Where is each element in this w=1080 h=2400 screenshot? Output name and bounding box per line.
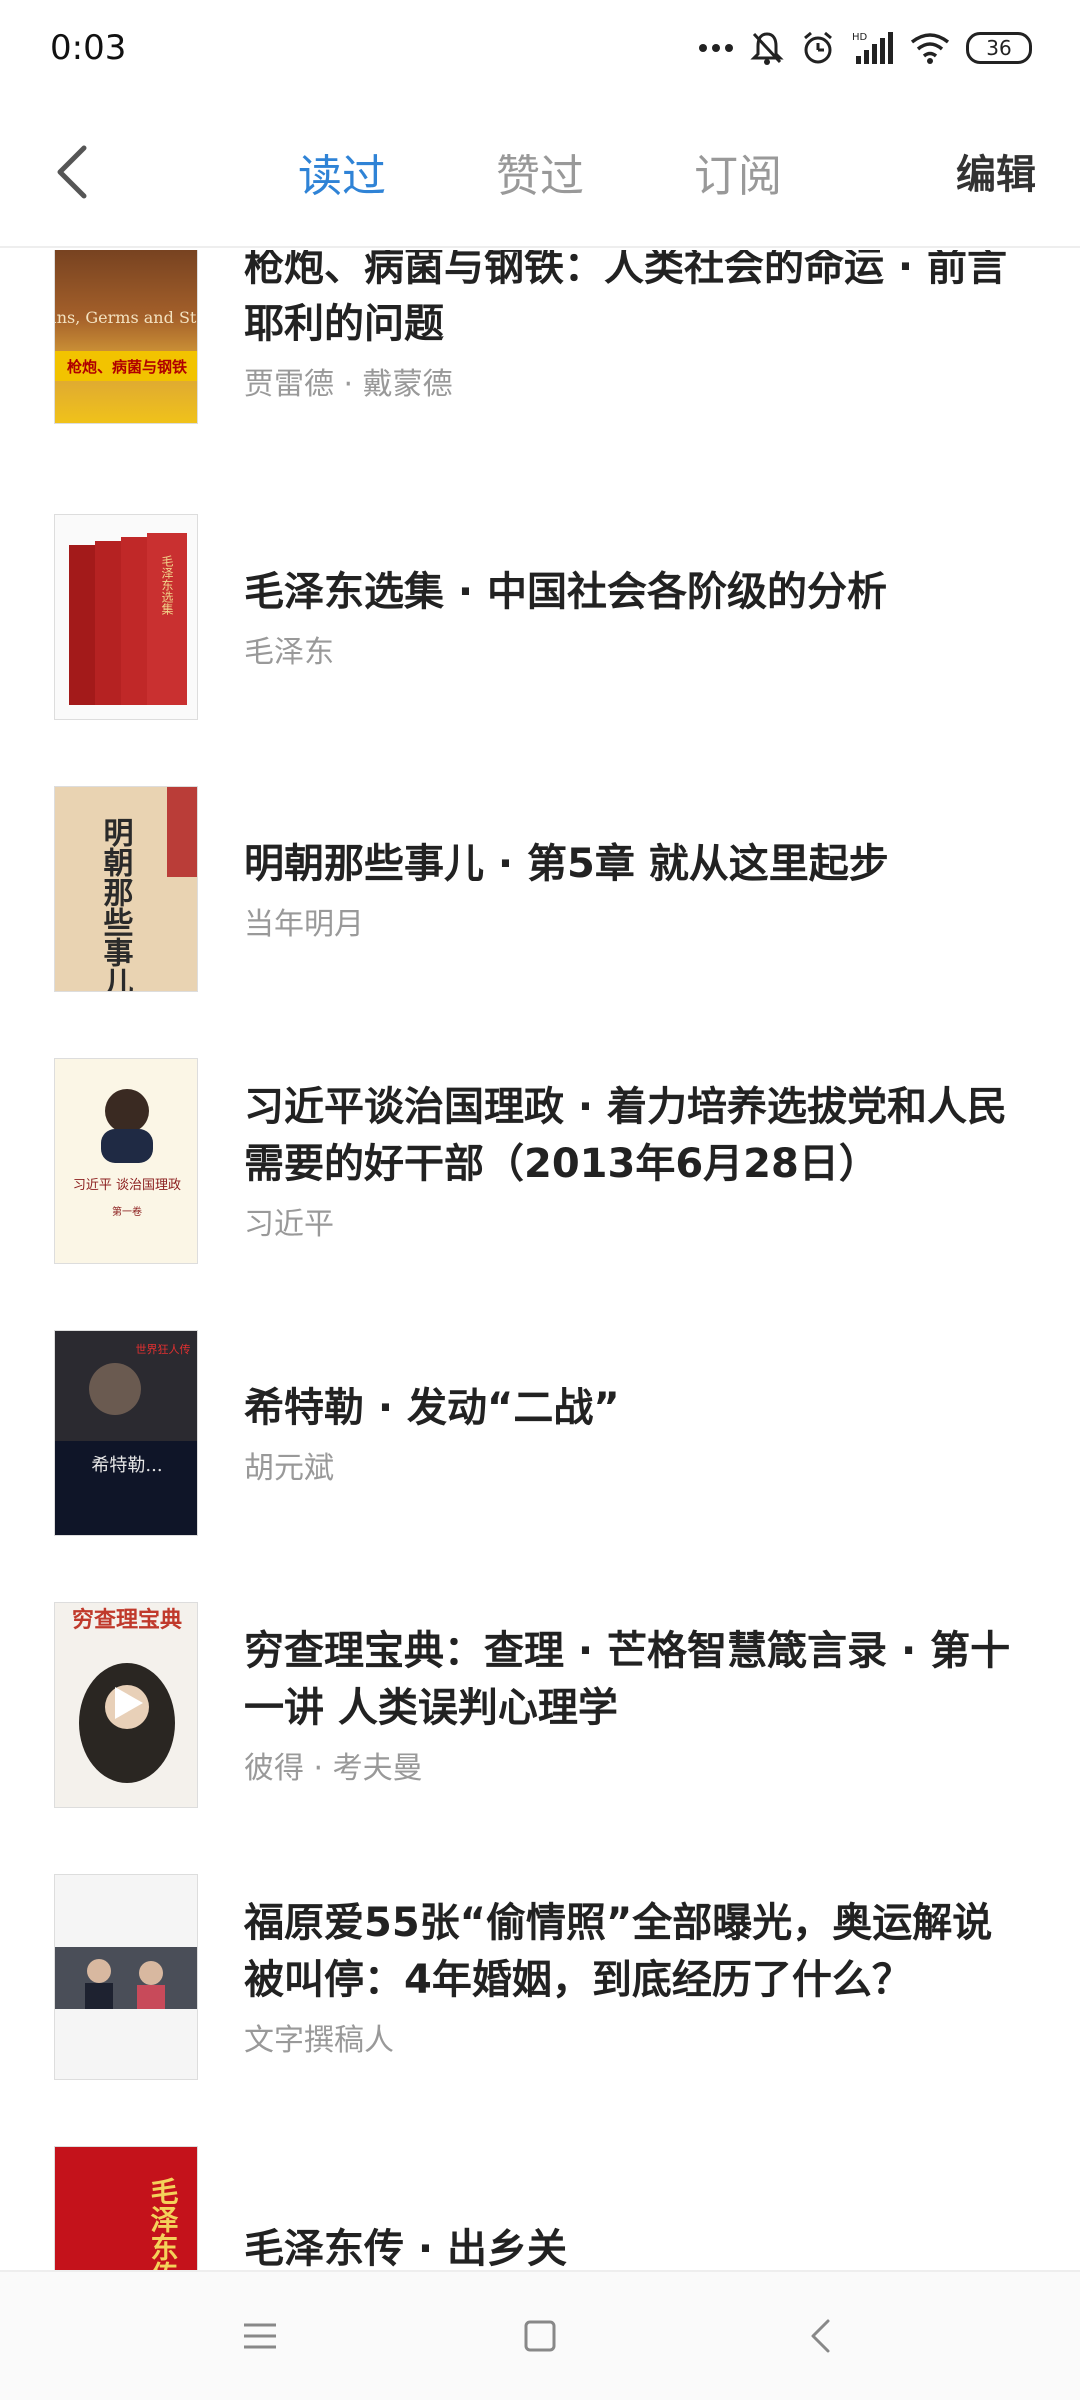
cover-title: 穷查理宝典	[72, 1607, 182, 1633]
item-title: 明朝那些事儿 · 第5章 就从这里起步	[244, 840, 889, 887]
list-item[interactable]: Guns, Germs and Steel 枪炮、病菌与钢铁 枪炮、病菌与钢铁：…	[0, 250, 1080, 502]
list-item[interactable]: 世界狂人传 希特勒... 希特勒 · 发动“二战” 胡元斌	[0, 1330, 1080, 1602]
more-dots-icon	[698, 42, 734, 54]
cover-title: 希特勒...	[91, 1455, 162, 1476]
list-item[interactable]: 明朝那些事儿 明朝那些事儿 · 第5章 就从这里起步 当年明月	[0, 786, 1080, 1058]
item-title: 希特勒 · 发动“二战”	[244, 1384, 620, 1431]
menu-icon[interactable]	[230, 2306, 290, 2366]
book-cover: 穷查理宝典	[54, 1602, 198, 1808]
item-author: 文字撰稿人	[244, 2023, 394, 2058]
cover-title: 毛泽东传	[147, 2177, 180, 2270]
item-text: 希特勒 · 发动“二战” 胡元斌	[244, 1330, 1024, 1536]
item-title: 枪炮、病菌与钢铁：人类社会的命运 · 前言 耶利的问题	[244, 250, 1008, 347]
book-cover: 世界狂人传 希特勒...	[54, 1330, 198, 1536]
book-cover: 明朝那些事儿	[54, 786, 198, 992]
battery-level: 36	[986, 36, 1012, 60]
item-title: 毛泽东选集 · 中国社会各阶级的分析	[244, 568, 888, 615]
book-cover: 毛泽东选集	[54, 514, 198, 720]
list-item[interactable]: 毛泽东选集 毛泽东选集 · 中国社会各阶级的分析 毛泽东	[0, 514, 1080, 786]
list-item[interactable]: 福原爱55张“偷情照”全部曝光，奥运解说被叫停：4年婚姻，到底经历了什么？ 文字…	[0, 1874, 1080, 2146]
item-text: 穷查理宝典：查理 · 芒格智慧箴言录 · 第十一讲 人类误判心理学 彼得 · 考…	[244, 1602, 1024, 1808]
tab-subscribed[interactable]: 订阅	[694, 140, 782, 204]
status-bar: 0:03 HD 36	[0, 0, 1080, 96]
hd-signal-icon: HD	[852, 30, 894, 66]
status-icons: HD 36	[698, 30, 1032, 66]
wifi-icon	[910, 32, 950, 64]
item-author: 彼得 · 考夫曼	[244, 1751, 423, 1786]
book-cover: Guns, Germs and Steel 枪炮、病菌与钢铁	[54, 250, 198, 424]
alarm-icon	[800, 30, 836, 66]
cover-subtitle: 第一卷	[112, 1205, 142, 1218]
system-nav-bar	[0, 2270, 1080, 2400]
battery-icon: 36	[966, 32, 1032, 64]
item-author: 习近平	[244, 1207, 334, 1242]
bell-off-icon	[750, 30, 784, 66]
book-cover	[54, 1874, 198, 2080]
item-title: 毛泽东传 · 出乡关	[244, 2225, 568, 2271]
item-title: 穷查理宝典：查理 · 芒格智慧箴言录 · 第十一讲 人类误判心理学	[244, 1628, 1011, 1731]
cover-subtitle: 枪炮、病菌与钢铁	[67, 358, 187, 376]
status-time: 0:03	[50, 28, 127, 68]
cover-title: 习近平 谈治国理政	[73, 1178, 181, 1193]
cover-title: Guns, Germs and Steel	[55, 308, 198, 327]
item-author: 毛泽东	[244, 634, 334, 670]
history-list: Guns, Germs and Steel 枪炮、病菌与钢铁 枪炮、病菌与钢铁：…	[0, 250, 1080, 2270]
edit-button[interactable]: 编辑	[956, 142, 1036, 200]
play-icon[interactable]	[97, 1673, 157, 1733]
back-chevron-icon[interactable]	[790, 2306, 850, 2366]
book-cover: 习近平 谈治国理政 第一卷	[54, 1058, 198, 1264]
list-item[interactable]: 习近平 谈治国理政 第一卷 习近平谈治国理政 · 着力培养选拔党和人民需要的好干…	[0, 1058, 1080, 1330]
item-text: 明朝那些事儿 · 第5章 就从这里起步 当年明月	[244, 786, 1024, 992]
book-cover: 毛泽东传	[54, 2146, 198, 2270]
cover-title: 明朝那些事儿	[98, 817, 134, 992]
tab-read[interactable]: 读过	[298, 140, 386, 204]
item-text: 毛泽东传 · 出乡关	[244, 2146, 1024, 2271]
top-nav: 读过 赞过 订阅 编辑	[0, 96, 1080, 248]
tab-bar: 读过 赞过 订阅	[0, 96, 1080, 248]
item-author: 贾雷德 · 戴蒙德	[244, 367, 453, 402]
item-title: 福原爱55张“偷情照”全部曝光，奥运解说被叫停：4年婚姻，到底经历了什么？	[244, 1900, 993, 2003]
item-title: 习近平谈治国理政 · 着力培养选拔党和人民需要的好干部（2013年6月28日）	[244, 1084, 1008, 1187]
item-text: 毛泽东选集 · 中国社会各阶级的分析 毛泽东	[244, 514, 1024, 720]
item-text: 枪炮、病菌与钢铁：人类社会的命运 · 前言 耶利的问题 贾雷德 · 戴蒙德	[244, 250, 1024, 402]
cover-title: 毛泽东选集	[160, 555, 174, 615]
cover-subtitle: 世界狂人传	[136, 1343, 191, 1356]
item-author: 当年明月	[244, 906, 364, 942]
item-text: 习近平谈治国理政 · 着力培养选拔党和人民需要的好干部（2013年6月28日） …	[244, 1058, 1024, 1264]
item-text: 福原爱55张“偷情照”全部曝光，奥运解说被叫停：4年婚姻，到底经历了什么？ 文字…	[244, 1874, 1024, 2080]
list-item[interactable]: 毛泽东传 毛泽东传 · 出乡关	[0, 2146, 1080, 2270]
home-square-icon[interactable]	[510, 2306, 570, 2366]
list-item[interactable]: 穷查理宝典 穷查理宝典：查理 · 芒格智慧箴言录 · 第十一讲 人类误判心理学 …	[0, 1602, 1080, 1874]
tab-liked[interactable]: 赞过	[496, 140, 584, 204]
item-author: 胡元斌	[244, 1450, 334, 1486]
svg-text:HD: HD	[852, 32, 868, 43]
